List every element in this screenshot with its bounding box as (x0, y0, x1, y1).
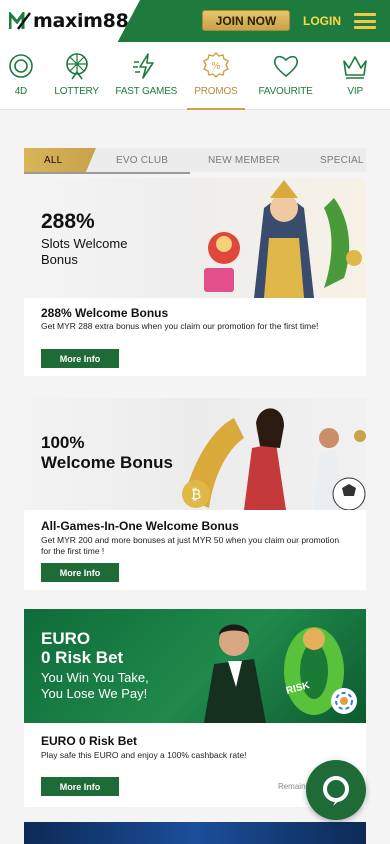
nav-item-favourite[interactable]: FAVOURITE (251, 42, 321, 109)
lottery-wheel-icon (65, 53, 88, 80)
fast-games-icon (133, 53, 155, 79)
nav-label: FAVOURITE (258, 86, 313, 97)
promo-title: All-Games-In-One Welcome Bonus (41, 519, 239, 533)
brand-logo[interactable]: maxim88 (0, 0, 140, 42)
crown-icon (343, 56, 367, 79)
category-nav: 4D LOTTERY FAST GAMES % PROMOS FAVOURITE… (0, 42, 390, 110)
join-now-button[interactable]: JOIN NOW (202, 10, 290, 31)
heart-icon (273, 55, 298, 78)
nav-label: FAST GAMES (115, 86, 178, 97)
banner-headline: 100% Welcome Bonus (41, 433, 173, 472)
more-info-button[interactable]: More Info (41, 777, 119, 796)
slots-characters-illustration (204, 180, 362, 298)
tab-special[interactable]: SPECIAL (320, 148, 364, 172)
euro-cup-logo-icon (331, 688, 357, 714)
all-games-illustration: ₿ (182, 408, 366, 510)
tab-new-member[interactable]: NEW MEMBER (208, 148, 280, 172)
nav-label: VIP (347, 86, 363, 97)
promotions-page: maxim88 JOIN NOW LOGIN 4D LOTTERY FAST G… (0, 0, 390, 844)
banner-subtitle: You Win You Take, You Lose We Pay! (41, 670, 149, 701)
hamburger-menu-icon[interactable] (354, 13, 376, 29)
more-info-button[interactable]: More Info (41, 563, 119, 582)
promo-banner[interactable]: EURO 0 Risk Bet You Win You Take, You Lo… (24, 609, 366, 723)
promo-card: 288% Slots Welcome Bonus 288% Welcome Bo… (24, 178, 366, 376)
promo-description: Get MYR 200 and more bonuses at just MYR… (41, 535, 340, 556)
promo-banner[interactable]: 100% Welcome Bonus ₿ (24, 398, 366, 510)
brand-name: maxim88 (33, 10, 129, 32)
nav-item-promos[interactable]: % PROMOS (181, 42, 251, 110)
promo-title: 288% Welcome Bonus (41, 306, 169, 320)
live-chat-button[interactable] (306, 760, 366, 820)
promo-description: Get MYR 288 extra bonus when you claim o… (41, 321, 319, 331)
svg-text:₿: ₿ (191, 487, 201, 503)
nav-item-vip[interactable]: VIP (320, 42, 390, 109)
svg-text:%: % (211, 61, 221, 72)
promo-filter-tabs: ALL EVO CLUB NEW MEMBER SPECIAL (24, 148, 366, 172)
tab-all[interactable]: ALL (24, 148, 96, 172)
nav-label: PROMOS (194, 86, 238, 97)
tab-underline (24, 172, 190, 174)
4d-icon (9, 54, 33, 78)
maxim-logo-icon (9, 12, 31, 30)
banner-headline: EURO 0 Risk Bet (41, 629, 124, 667)
promo-title: EURO 0 Risk Bet (41, 734, 138, 748)
banner-headline: 288% (41, 210, 95, 233)
promo-description: Play safe this EURO and enjoy a 100% cas… (41, 750, 247, 760)
nav-item-4d[interactable]: 4D (0, 42, 42, 109)
more-info-button[interactable]: More Info (41, 349, 119, 368)
chat-bubble-icon (323, 776, 349, 806)
nav-label: LOTTERY (54, 86, 99, 97)
tab-evo-club[interactable]: EVO CLUB (116, 148, 168, 172)
promo-banner[interactable]: 288% Slots Welcome Bonus (24, 178, 366, 298)
nav-item-lottery[interactable]: LOTTERY (42, 42, 112, 109)
promo-card-peek[interactable] (24, 822, 366, 844)
nav-label: 4D (14, 86, 28, 97)
login-button[interactable]: LOGIN (303, 10, 341, 31)
promos-icon: % (202, 52, 229, 78)
top-header: maxim88 JOIN NOW LOGIN (0, 0, 390, 42)
banner-subtitle: Slots Welcome Bonus (41, 236, 128, 267)
nav-item-fast-games[interactable]: FAST GAMES (111, 42, 181, 109)
promo-card: 100% Welcome Bonus ₿ All-Games-In-One We… (24, 398, 366, 590)
